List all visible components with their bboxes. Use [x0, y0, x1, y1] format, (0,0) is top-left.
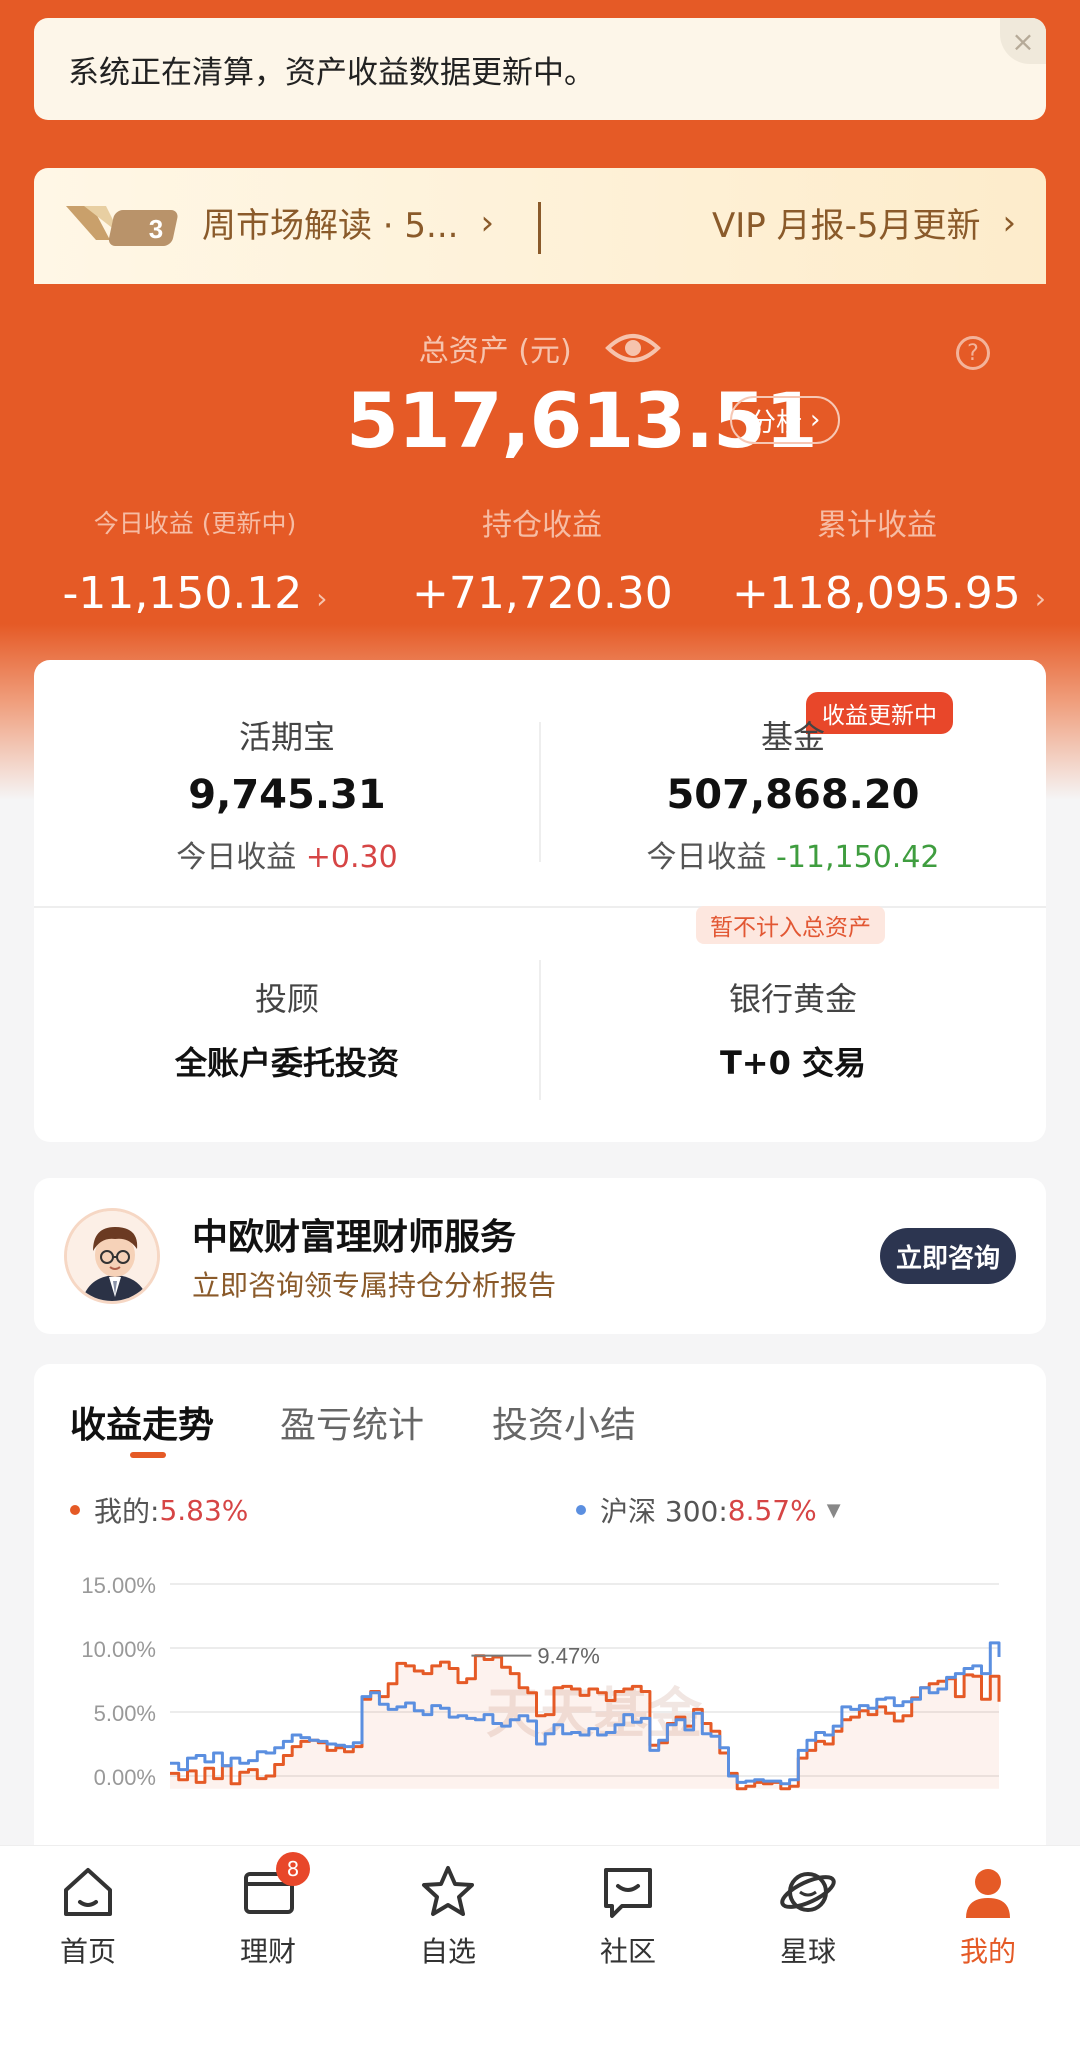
- tab-label: 我的: [959, 1935, 1016, 1968]
- huoqibao-today-label: 今日收益: [176, 840, 297, 875]
- legend-dot-index: [576, 1505, 586, 1515]
- holding-profit-stat: 持仓收益 +71,720.30: [412, 500, 673, 619]
- chevron-right-icon: ›: [316, 582, 328, 615]
- products-card: 活期宝 9,745.31 今日收益 +0.30 收益更新中 基金 507,868…: [34, 660, 1046, 1142]
- cumulative-profit-label: 累计收益: [817, 508, 937, 543]
- vip-monthly-link[interactable]: VIP 月报-5月更新 ›: [712, 198, 1016, 247]
- not-counted-badge: 暂不计入总资产: [696, 906, 885, 944]
- tab-investment-summary[interactable]: 投资小结: [492, 1396, 636, 1448]
- star-icon: [418, 1862, 478, 1922]
- advisor-card-title: 中欧财富理财师服务: [192, 1217, 517, 1258]
- bottom-tab-bar: 首页 8 理财 自选 社区 星球 我的: [0, 1845, 1080, 2045]
- tab-wealth[interactable]: 8 理财: [188, 1852, 348, 1970]
- analyze-label: 分析: [750, 407, 803, 438]
- y-tick-label: 10.00%: [81, 1637, 156, 1662]
- fund-title: 基金: [760, 718, 825, 756]
- fund-amount: 507,868.20: [666, 772, 920, 818]
- tab-label: 星球: [779, 1935, 836, 1968]
- tab-watchlist[interactable]: 自选: [368, 1862, 528, 1970]
- notice-text: 系统正在清算，资产收益数据更新中。: [68, 54, 595, 91]
- fund-today-label: 今日收益: [646, 840, 767, 875]
- divider: [34, 906, 1046, 908]
- help-icon[interactable]: ?: [956, 336, 990, 370]
- home-icon: [58, 1862, 118, 1922]
- today-profit-stat[interactable]: 今日收益 (更新中) -11,150.12 ›: [60, 504, 330, 619]
- advisor-title: 投顾: [254, 980, 319, 1018]
- advisor-cell[interactable]: 投顾 全账户委托投资: [34, 974, 540, 1084]
- legend-dot-mine: [70, 1505, 80, 1515]
- max-annotation-label: 9.47%: [537, 1644, 599, 1669]
- tab-label: 理财: [239, 1935, 296, 1968]
- analyze-button[interactable]: 分析 ›: [730, 396, 841, 444]
- vip-monthly-text: VIP 月报-5月更新: [712, 206, 981, 246]
- today-profit-label: 今日收益 (更新中): [93, 509, 297, 538]
- chat-icon: [598, 1862, 658, 1922]
- fund-cell[interactable]: 基金 507,868.20 今日收益 -11,150.42: [540, 712, 1046, 876]
- vip-level-number: 3: [149, 214, 163, 244]
- vip-level-icon: 3: [66, 206, 178, 246]
- huoqibao-amount: 9,745.31: [188, 772, 386, 818]
- y-tick-label: 5.00%: [94, 1701, 156, 1726]
- fund-today-value: -11,150.42: [776, 840, 940, 875]
- clearing-notice-banner: 系统正在清算，资产收益数据更新中。 ×: [34, 18, 1046, 120]
- cumulative-profit-value: +118,095.95: [732, 568, 1021, 619]
- huoqibao-today-value: +0.30: [305, 840, 398, 875]
- legend-mine: 我的: 5.83%: [70, 1490, 248, 1530]
- advisor-card-subtitle: 立即咨询领专属持仓分析报告: [192, 1269, 557, 1302]
- avatar: [64, 1208, 160, 1304]
- vip-promo-bar: 3 周市场解读 · 5... › VIP 月报-5月更新 ›: [34, 168, 1046, 284]
- chevron-right-icon: ›: [1002, 202, 1017, 243]
- huoqibao-cell[interactable]: 活期宝 9,745.31 今日收益 +0.30: [34, 712, 540, 876]
- bank-gold-cell[interactable]: 银行黄金 T+0 交易: [540, 974, 1046, 1084]
- holding-profit-label: 持仓收益: [482, 508, 602, 543]
- weekly-market-link[interactable]: 周市场解读 · 5... ›: [202, 198, 494, 247]
- tab-planet[interactable]: 星球: [728, 1862, 888, 1970]
- legend-mine-value: 5.83%: [159, 1493, 249, 1527]
- y-tick-label: 15.00%: [81, 1573, 156, 1598]
- legend-mine-label: 我的:: [94, 1495, 160, 1528]
- dropdown-triangle-icon: ▼: [826, 1499, 841, 1521]
- notification-badge: 8: [276, 1852, 310, 1886]
- consult-now-button[interactable]: 立即咨询: [880, 1228, 1016, 1284]
- legend-index-label: 沪深 300:: [600, 1495, 728, 1528]
- chevron-right-icon: ›: [1034, 582, 1046, 615]
- tab-pnl-stats[interactable]: 盈亏统计: [280, 1396, 424, 1448]
- legend-index-value: 8.57%: [727, 1493, 817, 1527]
- tab-profile[interactable]: 我的: [908, 1862, 1068, 1970]
- bank-gold-title: 银行黄金: [728, 980, 857, 1018]
- profit-line-chart[interactable]: 15.00%10.00%5.00%0.00%天天基金9.47%: [34, 1554, 1046, 1854]
- series-mine-area: [170, 1655, 999, 1789]
- bank-gold-desc: T+0 交易: [719, 1044, 867, 1082]
- profile-icon: [958, 1862, 1018, 1922]
- planet-icon: [778, 1862, 838, 1922]
- chevron-right-icon: ›: [810, 405, 821, 435]
- y-tick-label: 0.00%: [94, 1765, 156, 1790]
- tab-label: 自选: [419, 1935, 476, 1968]
- wallet-icon: 8: [238, 1852, 310, 1922]
- legend-index[interactable]: 沪深 300: 8.57% ▼: [576, 1490, 841, 1530]
- divider: [538, 202, 541, 254]
- huoqibao-title: 活期宝: [238, 718, 335, 756]
- cumulative-profit-stat[interactable]: 累计收益 +118,095.95 ›: [732, 500, 1046, 619]
- eye-icon[interactable]: [605, 328, 662, 368]
- active-tab-indicator: [130, 1452, 166, 1458]
- tab-profit-trend[interactable]: 收益走势: [70, 1396, 214, 1448]
- tab-label: 社区: [599, 1935, 656, 1968]
- chevron-right-icon: ›: [480, 202, 495, 243]
- advisor-service-card[interactable]: 中欧财富理财师服务 立即咨询领专属持仓分析报告 立即咨询: [34, 1178, 1046, 1334]
- tab-home[interactable]: 首页: [8, 1862, 168, 1970]
- total-assets-header: 总资产 (元): [0, 326, 1080, 370]
- close-icon[interactable]: ×: [1000, 18, 1046, 64]
- tab-label: 首页: [59, 1935, 116, 1968]
- today-profit-value: -11,150.12: [62, 568, 303, 619]
- tab-community[interactable]: 社区: [548, 1862, 708, 1970]
- total-assets-label: 总资产 (元): [418, 334, 572, 369]
- advisor-desc: 全账户委托投资: [174, 1044, 399, 1082]
- weekly-market-text: 周市场解读 · 5...: [202, 206, 459, 246]
- holding-profit-value: +71,720.30: [412, 568, 673, 619]
